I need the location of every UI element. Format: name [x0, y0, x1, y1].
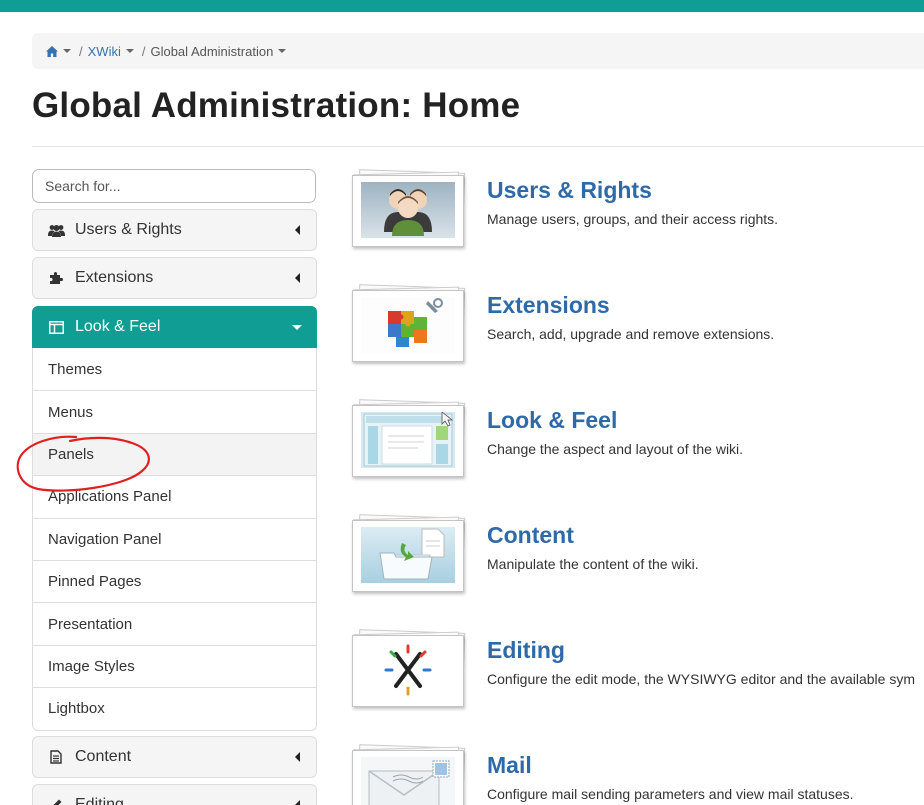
breadcrumb-separator: /	[79, 43, 83, 59]
chevron-down-icon[interactable]	[278, 49, 287, 53]
section-description: Search, add, upgrade and remove extensio…	[487, 326, 775, 342]
breadcrumb-separator: /	[141, 43, 146, 59]
chevron-left-icon	[295, 225, 300, 235]
breadcrumb-item-xwiki[interactable]: XWiki	[88, 44, 121, 59]
sidebar-panel-content[interactable]: Content	[32, 736, 317, 778]
section-title[interactable]: Users & Rights	[487, 177, 652, 204]
sidebar-panel-label: Users & Rights	[75, 221, 182, 238]
sidebar-panel-label: Editing	[75, 796, 124, 805]
section-extensions: Extensions Search, add, upgrade and remo…	[350, 284, 924, 376]
top-bar	[0, 0, 924, 12]
section-editing: Editing Configure the edit mode, the WYS…	[350, 629, 924, 721]
section-title[interactable]: Editing	[487, 637, 565, 664]
chevron-down-icon[interactable]	[125, 49, 134, 53]
sidebar-item-pinned-pages[interactable]: Pinned Pages	[33, 559, 316, 602]
sidebar-panel-editing[interactable]: Editing	[32, 784, 317, 805]
sidebar-item-panels[interactable]: Panels	[33, 432, 316, 476]
chevron-left-icon	[295, 752, 300, 762]
breadcrumb-item-global-administration: Global Administration	[150, 43, 274, 59]
document-icon	[47, 750, 65, 764]
look-feel-layout-icon[interactable]	[350, 399, 468, 479]
search-input[interactable]	[32, 169, 316, 203]
chevron-left-icon	[295, 273, 300, 283]
chevron-down-icon	[292, 325, 302, 330]
section-title[interactable]: Extensions	[487, 292, 610, 319]
sidebar-item-applications-panel[interactable]: Applications Panel	[33, 475, 316, 517]
page-title: Global Administration: Home	[32, 86, 521, 125]
section-description: Manage users, groups, and their access r…	[487, 211, 779, 227]
sidebar-item-presentation[interactable]: Presentation	[33, 602, 316, 644]
chevron-left-icon	[295, 800, 300, 805]
sidebar-item-image-styles[interactable]: Image Styles	[33, 644, 316, 687]
layout-icon	[47, 320, 65, 334]
section-title[interactable]: Content	[487, 522, 574, 549]
extensions-puzzle-icon[interactable]	[350, 284, 468, 364]
title-divider	[32, 146, 924, 147]
sidebar-panel-label: Extensions	[75, 269, 154, 286]
section-description: Manipulate the content of the wiki.	[487, 556, 699, 572]
sidebar-panel-look-feel[interactable]: Look & Feel	[32, 306, 317, 348]
home-icon[interactable]	[46, 45, 58, 57]
chevron-down-icon[interactable]	[63, 49, 71, 53]
section-description: Configure mail sending parameters and vi…	[487, 786, 854, 802]
look-feel-submenu: Themes Menus Panels Applications Panel N…	[32, 348, 317, 731]
mail-envelope-icon[interactable]	[350, 744, 468, 805]
section-mail: Mail Configure mail sending parameters a…	[350, 744, 924, 805]
sidebar-panel-label: Content	[75, 748, 132, 765]
editing-x-icon[interactable]	[350, 629, 468, 709]
section-users-rights: Users & Rights Manage users, groups, and…	[350, 169, 924, 261]
sidebar-item-menus[interactable]: Menus	[33, 390, 316, 432]
users-icon	[47, 224, 65, 237]
sidebar-panel-users-rights[interactable]: Users & Rights	[32, 209, 317, 251]
content-folder-icon[interactable]	[350, 514, 468, 594]
sidebar-item-navigation-panel[interactable]: Navigation Panel	[33, 517, 316, 560]
puzzle-icon	[47, 271, 65, 285]
users-group-icon[interactable]	[350, 169, 468, 249]
section-title[interactable]: Mail	[487, 752, 532, 779]
sidebar-panel-label: Look & Feel	[75, 318, 161, 335]
pencil-icon	[47, 798, 65, 805]
section-content: Content Manipulate the content of the wi…	[350, 514, 924, 606]
sidebar-item-lightbox[interactable]: Lightbox	[33, 687, 316, 729]
sidebar-panel-extensions[interactable]: Extensions	[32, 257, 317, 299]
section-look-feel: Look & Feel Change the aspect and layout…	[350, 399, 924, 491]
sidebar-item-themes[interactable]: Themes	[33, 348, 316, 390]
section-description: Change the aspect and layout of the wiki…	[487, 441, 744, 457]
section-title[interactable]: Look & Feel	[487, 407, 617, 434]
section-description: Configure the edit mode, the WYSIWYG edi…	[487, 671, 915, 687]
breadcrumb: / XWiki / Global Administration	[32, 33, 924, 69]
